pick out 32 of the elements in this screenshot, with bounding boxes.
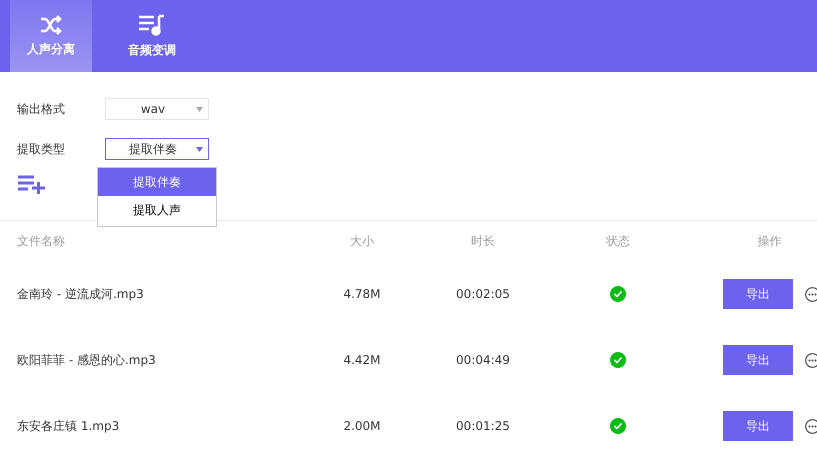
duration: 00:02:05 — [456, 287, 510, 301]
field-label: 提取类型 — [17, 140, 66, 158]
dropdown[interactable]: wav — [105, 98, 209, 120]
column-header: 时长 — [471, 232, 495, 250]
file-name: 欧阳菲菲 - 感恩的心.mp3 — [17, 352, 156, 368]
dropdown[interactable]: 提取伴奏 — [105, 138, 209, 160]
field-label: 输出格式 — [17, 100, 66, 118]
file-size: 4.78M — [343, 287, 381, 301]
column-header: 文件名称 — [17, 232, 65, 250]
export-button[interactable]: 导出 — [723, 345, 793, 375]
more-icon[interactable] — [805, 286, 817, 302]
file-size: 2.00M — [343, 419, 381, 433]
file-size: 4.42M — [343, 353, 381, 367]
shuffle-icon — [39, 14, 63, 34]
tab[interactable]: 人声分离 — [10, 0, 92, 72]
export-button[interactable]: 导出 — [723, 411, 793, 441]
caret-icon — [196, 147, 203, 152]
more-icon[interactable] — [805, 418, 817, 434]
tab[interactable]: 音频变调 — [102, 0, 202, 72]
caret-icon — [196, 107, 203, 112]
column-header: 大小 — [350, 232, 374, 250]
add-to-list-icon[interactable] — [17, 174, 46, 194]
column-header: 操作 — [756, 232, 782, 250]
duration: 00:01:25 — [456, 419, 510, 433]
dropdown-option[interactable]: 提取伴奏 — [98, 168, 216, 196]
more-icon[interactable] — [805, 352, 817, 368]
file-name: 金南玲 - 逆流成河.mp3 — [17, 286, 144, 302]
file-name: 东安各庄镇 1.mp3 — [17, 418, 120, 434]
export-button[interactable]: 导出 — [723, 279, 793, 309]
duration: 00:04:49 — [456, 353, 510, 367]
column-header: 状态 — [606, 232, 630, 250]
music-list-icon — [138, 14, 166, 36]
